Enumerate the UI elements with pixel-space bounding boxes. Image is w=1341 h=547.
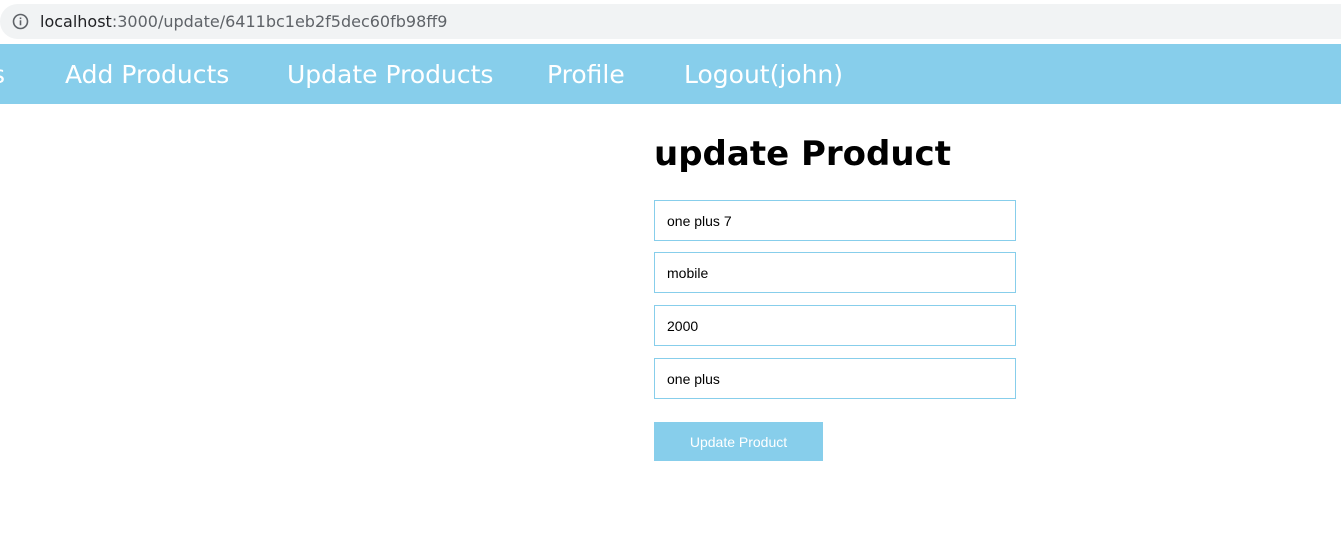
nav-item-update-products[interactable]: Update Products (287, 60, 493, 90)
update-product-button[interactable]: Update Product (654, 422, 823, 461)
nav-item-add-products[interactable]: Add Products (65, 60, 229, 90)
browser-address-bar: localhost:3000/update/6411bc1eb2f5dec60f… (0, 0, 1341, 44)
nav-item-profile[interactable]: Profile (547, 60, 625, 90)
navbar: s Add Products Update Products Profile L… (0, 44, 1341, 104)
url-text: localhost:3000/update/6411bc1eb2f5dec60f… (40, 13, 447, 31)
url-path: :3000/update/6411bc1eb2f5dec60fb98ff9 (111, 12, 448, 31)
info-icon[interactable] (12, 13, 29, 30)
page-title: update Product (654, 134, 951, 174)
product-price-input[interactable] (654, 305, 1016, 346)
url-host: localhost (40, 12, 112, 31)
nav-item-logout[interactable]: Logout(john) (684, 60, 843, 90)
product-company-input[interactable] (654, 358, 1016, 399)
product-category-input[interactable] (654, 252, 1016, 293)
product-name-input[interactable] (654, 200, 1016, 241)
nav-item-products[interactable]: s (0, 60, 5, 90)
url-field[interactable]: localhost:3000/update/6411bc1eb2f5dec60f… (0, 4, 1341, 39)
